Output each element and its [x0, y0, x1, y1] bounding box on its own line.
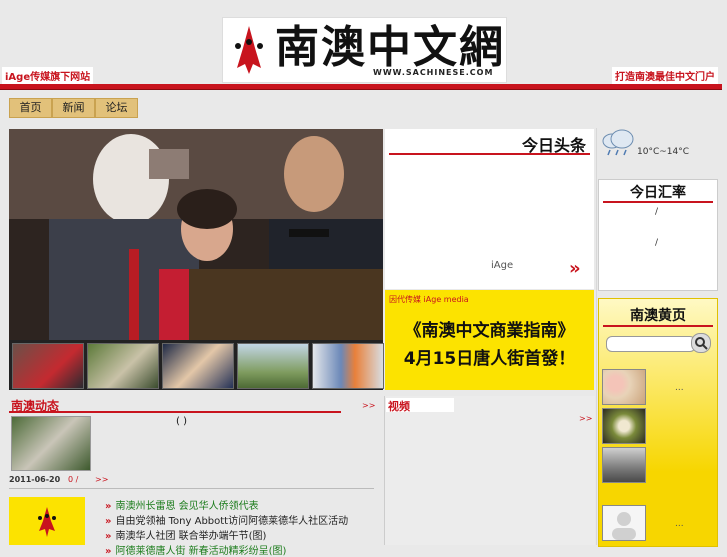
headline-next-arrow-icon[interactable]: »: [569, 258, 581, 279]
ad-line-2: 4月15日唐人街首發！: [403, 349, 576, 369]
slide-thumb-2[interactable]: [87, 343, 159, 389]
logo-url: WWW.SACHINESE.COM: [373, 68, 494, 77]
news-read-more-link[interactable]: >>: [95, 475, 108, 484]
exchange-rate-divider: [603, 201, 713, 203]
news-count-sep: /: [75, 475, 79, 484]
yellow-pages-divider: [603, 325, 713, 327]
yellow-pages-thumb-3[interactable]: [602, 447, 646, 483]
chevron-right-icon: »: [105, 546, 112, 557]
video-panel: [384, 396, 595, 545]
slide-thumb-5[interactable]: [312, 343, 384, 389]
news-list-item[interactable]: » 南澳华人社团 联合举办端午节(图): [105, 527, 266, 542]
yellow-pages-thumb-1[interactable]: [602, 369, 646, 405]
tab-home[interactable]: 首页: [9, 98, 52, 118]
headline-panel: 今日头条 iAge »: [385, 129, 594, 289]
column-divider: [596, 128, 597, 545]
slide-thumb-3[interactable]: [162, 343, 234, 389]
yellow-pages-search-input[interactable]: [606, 336, 696, 352]
avatar-placeholder-icon: [602, 505, 646, 541]
search-icon[interactable]: [691, 333, 711, 353]
news-count-value: 0: [68, 475, 74, 484]
ad-line-1: 《南澳中文商業指南》: [404, 321, 575, 341]
yellow-pages-dots-1: ...: [675, 383, 684, 393]
news-item-text: 自由党领袖 Tony Abbott访问阿德莱德华人社区活动: [115, 516, 349, 527]
news-divider: [9, 488, 374, 489]
video-section-header: 视频: [386, 398, 454, 413]
news-featured-caption[interactable]: ( ): [176, 416, 187, 427]
cloud-rain-icon: [602, 129, 634, 156]
news-list-item[interactable]: » 南澳州长雷恩 会见华人侨领代表: [105, 497, 259, 512]
news-logo-image: [9, 497, 85, 545]
news-more-link[interactable]: >>: [362, 401, 375, 410]
exchange-rate-value-1: /: [655, 207, 659, 217]
news-item-text: 阿德莱德唐人街 新春活动精彩纷呈(图): [115, 546, 287, 557]
headline-source: iAge: [491, 260, 514, 271]
yellow-pages-thumb-2[interactable]: [602, 408, 646, 444]
news-comment-count: 0 /: [68, 475, 78, 484]
chevron-right-icon: »: [105, 516, 112, 527]
slide-thumb-1[interactable]: [12, 343, 84, 389]
chevron-right-icon: »: [105, 501, 112, 512]
news-list-item[interactable]: » 自由党领袖 Tony Abbott访问阿德莱德华人社区活动: [105, 512, 348, 527]
header-divider: [0, 84, 722, 90]
header-tagline-right: 打造南澳最佳中文门户: [612, 67, 718, 84]
business-guide-ad[interactable]: 因代传媒 iAge media 《南澳中文商業指南》 4月15日唐人街首發！: [385, 290, 594, 390]
video-more-link[interactable]: >>: [579, 414, 592, 423]
site-logo[interactable]: 南澳中文網 WWW.SACHINESE.COM: [222, 17, 507, 83]
exchange-rate-value-2: /: [655, 238, 659, 248]
news-date: 2011-06-20: [9, 475, 61, 484]
headline-divider: [389, 153, 590, 155]
ad-brand: 因代传媒 iAge media: [389, 295, 469, 304]
news-featured-image[interactable]: [11, 416, 91, 471]
header-tagline-left: iAge传媒旗下网站: [2, 67, 94, 84]
news-list-item[interactable]: » 阿德莱德唐人街 新春活动精彩纷呈(图): [105, 542, 286, 557]
news-section-divider: [9, 411, 341, 413]
rocket-logo-icon: [235, 26, 263, 74]
news-item-text: 南澳州长雷恩 会见华人侨领代表: [115, 501, 259, 512]
yellow-pages-dots-2: ...: [675, 519, 684, 529]
tab-news[interactable]: 新闻: [52, 98, 95, 118]
slide-thumb-4[interactable]: [237, 343, 309, 389]
video-section-title: 视频: [388, 400, 410, 413]
weather-temperature: 10°C~14°C: [637, 147, 690, 157]
yellow-pages-panel: 南澳黄页 ... ...: [598, 298, 718, 547]
slideshow-thumbnails: [9, 340, 384, 390]
news-section-header: 南澳动态: [9, 397, 341, 413]
rocket-logo-small-icon: [38, 507, 56, 537]
tab-forum[interactable]: 论坛: [95, 98, 138, 118]
yellow-pages-title: 南澳黄页: [630, 308, 686, 324]
exchange-rate-panel: 今日汇率 / /: [598, 179, 718, 291]
news-item-text: 南澳华人社团 联合举办端午节(图): [115, 531, 267, 542]
exchange-rate-title: 今日汇率: [630, 185, 686, 201]
hero-photo: [9, 129, 383, 340]
chevron-right-icon: »: [105, 531, 112, 542]
slideshow-main-image[interactable]: [9, 129, 383, 340]
